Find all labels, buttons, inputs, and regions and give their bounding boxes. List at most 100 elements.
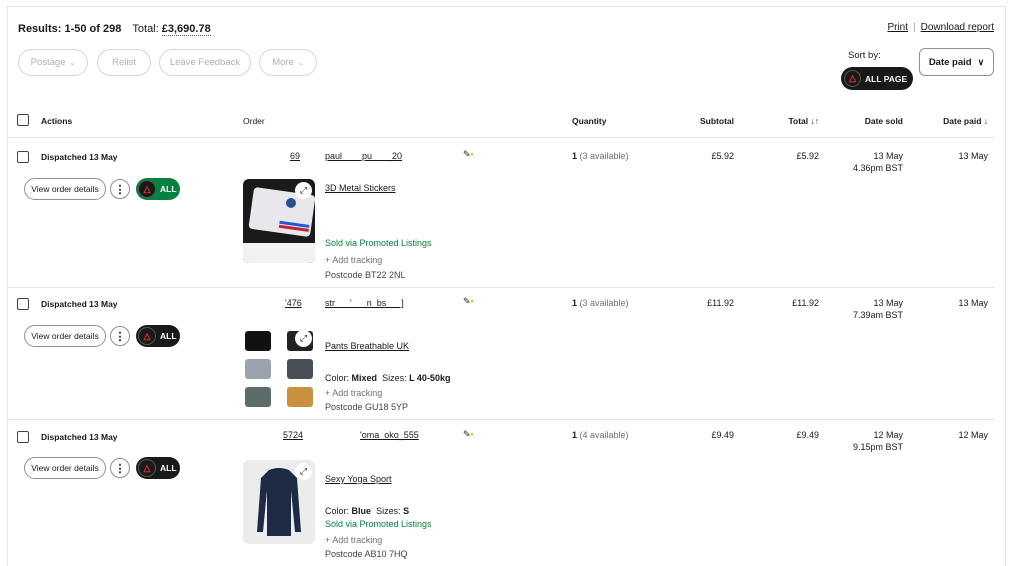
status-icons: ✎▪ [463,429,474,440]
postcode: Postcode GU18 5YP [325,402,409,412]
chevron-down-icon: ∨ [977,56,985,67]
more-actions-button[interactable]: ⋮ [110,458,130,478]
order-number-link[interactable]: '476 [285,298,302,308]
promoted-label: Sold via Promoted Listings [325,238,432,248]
order-number-link[interactable]: 5724 [283,430,303,440]
brand-logo-icon: △ [844,70,861,87]
sort-select[interactable]: Date paid ∨ [919,48,994,76]
col-quantity: Quantity [572,116,607,126]
download-report-link[interactable]: Download report [921,22,994,33]
leave-feedback-button[interactable]: Leave Feedback [159,49,251,76]
postage-filter-button[interactable]: Postage ⌄ [18,49,88,76]
edit-note-icon[interactable]: ✎ [463,429,471,439]
col-date-sold[interactable]: Date sold [853,116,903,126]
date-paid: 12 May [958,430,988,440]
item-title-link[interactable]: 3D Metal Stickers [325,183,396,193]
buyer-link[interactable]: str ' n bs ] [325,298,404,308]
promoted-label: Sold via Promoted Listings [325,519,432,529]
item-title-link[interactable]: Pants Breathable UK [325,341,409,351]
report-links: Print | Download report [887,22,994,33]
total: £11.92 [792,298,819,308]
shipping-icon: ▪ [470,149,474,159]
add-tracking-link[interactable]: + Add tracking [325,388,382,398]
date-paid: 13 May [958,298,988,308]
order-status: Dispatched 13 May [41,152,118,162]
total-label: Total: [132,23,159,35]
date-sold: 13 May [873,298,903,308]
print-link[interactable]: Print [887,22,908,33]
postcode: Postcode AB10 7HQ [325,549,408,559]
date-paid: 13 May [958,151,988,161]
col-order: Order [243,116,265,126]
view-order-details-button[interactable]: View order details [24,325,106,347]
edit-note-icon[interactable]: ✎ [463,149,471,159]
time-sold: 9.15pm BST [852,442,903,452]
item-variant: Color: Blue Sizes: S [325,506,410,516]
order-status: Dispatched 13 May [41,299,118,309]
divider [8,419,994,420]
shipping-icon: ▪ [470,296,474,306]
order-status: Dispatched 13 May [41,432,118,442]
shipping-icon: ▪ [470,429,474,439]
row-checkbox[interactable] [17,151,29,163]
buyer-link[interactable]: paul pu _20 [325,151,402,161]
total: £5.92 [796,151,819,161]
add-tracking-link[interactable]: + Add tracking [325,535,382,545]
quantity: 1 (3 available) [572,298,629,308]
time-sold: 4.36pm BST [852,163,903,173]
more-filter-button[interactable]: More ⌄ [259,49,317,76]
status-icons: ✎▪ [463,149,474,160]
buyer-link[interactable]: 'oma oko_555 [360,430,419,440]
date-sold: 13 May [873,151,903,161]
item-variant: Color: Mixed Sizes: L 40-50kg [325,373,451,383]
col-actions: Actions [41,116,73,126]
expand-icon[interactable]: ⤢ [295,182,312,199]
edit-note-icon[interactable]: ✎ [463,296,471,306]
results-summary: Results: 1-50 of 298 Total: £3,690.78 [18,23,211,36]
all-page-button[interactable]: △ ALL PAGE [841,67,913,90]
item-thumbnail[interactable]: ⤢ [243,179,315,263]
row-checkbox[interactable] [17,431,29,443]
view-order-details-button[interactable]: View order details [24,178,106,200]
sort-by-label: Sort by: [848,50,881,61]
expand-icon[interactable]: ⤢ [295,463,312,480]
item-thumbnail[interactable]: ⤢ [243,327,315,411]
all-button[interactable]: △ ALL [136,325,180,347]
chevron-down-icon: ⌄ [297,59,304,67]
quantity: 1 (3 available) [572,151,629,161]
brand-logo-icon: △ [138,327,156,345]
add-tracking-link[interactable]: + Add tracking [325,255,382,265]
col-subtotal[interactable]: Subtotal [690,116,734,126]
postcode: Postcode BT22 2NL [325,270,406,280]
relist-button[interactable]: Relist [97,49,151,76]
more-actions-button[interactable]: ⋮ [110,326,130,346]
total: £9.49 [796,430,819,440]
divider [8,287,994,288]
select-all-checkbox[interactable] [17,114,29,126]
date-sold: 12 May [873,430,903,440]
orders-panel [7,6,1006,566]
col-date-paid[interactable]: Date paid ↓ [933,116,988,126]
more-actions-button[interactable]: ⋮ [110,179,130,199]
results-count: Results: 1-50 of 298 [18,23,122,35]
subtotal: £5.92 [711,151,734,161]
all-button[interactable]: △ ALL [136,457,180,479]
total-value: £3,690.78 [161,23,211,36]
time-sold: 7.39am BST [852,310,903,320]
item-title-link[interactable]: Sexy Yoga Sport [325,474,392,484]
col-total[interactable]: Total ↓↑ [775,116,819,126]
brand-logo-icon: △ [138,459,156,477]
all-button[interactable]: △ ALL [136,178,180,200]
order-number-link[interactable]: 69 [290,151,300,161]
chevron-down-icon: ⌄ [69,59,76,67]
brand-logo-icon: △ [138,180,156,198]
divider [8,137,994,138]
quantity: 1 (4 available) [572,430,629,440]
row-checkbox[interactable] [17,298,29,310]
subtotal: £11.92 [707,298,734,308]
subtotal: £9.49 [711,430,734,440]
item-thumbnail[interactable]: ⤢ [243,460,315,544]
view-order-details-button[interactable]: View order details [24,457,106,479]
expand-icon[interactable]: ⤢ [295,330,312,347]
status-icons: ✎▪ [463,296,474,307]
